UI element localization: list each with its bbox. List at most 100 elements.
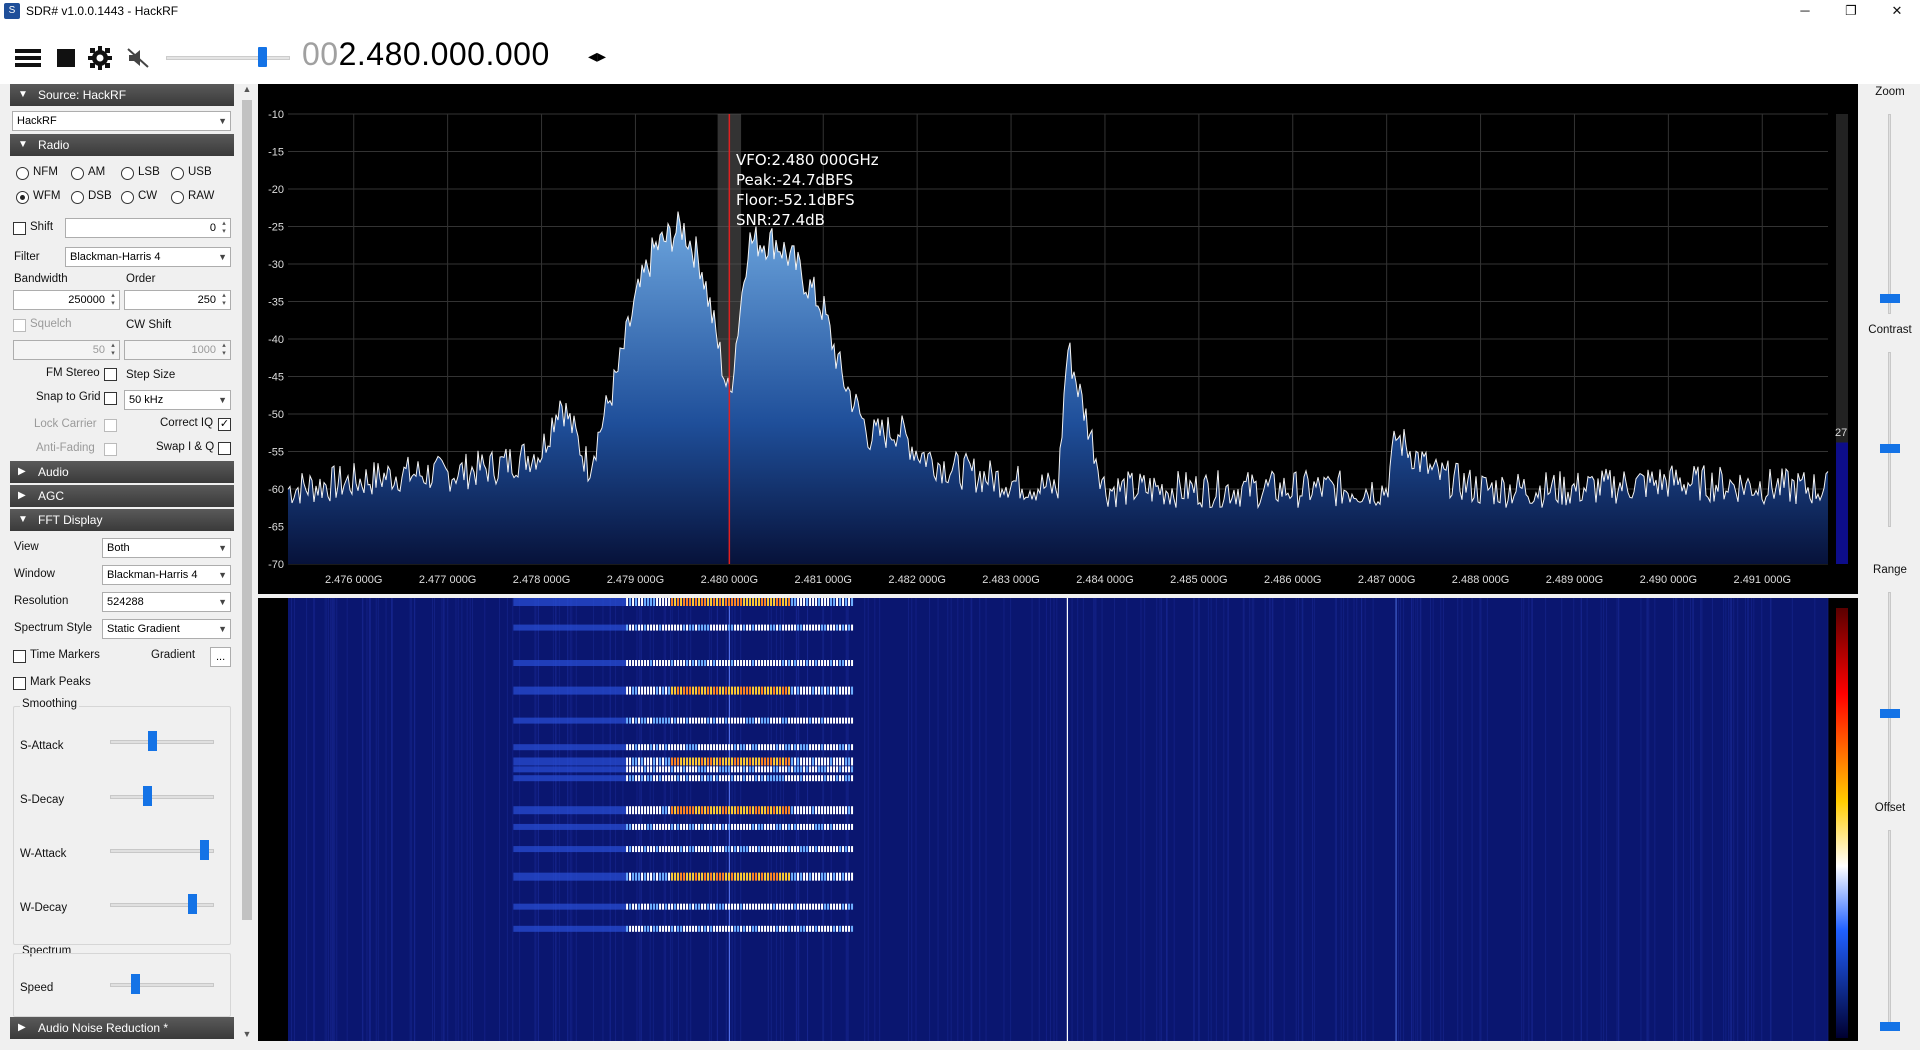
tuning-arrows[interactable]: ◂▸ <box>588 46 606 67</box>
waterfall-display[interactable] <box>258 598 1858 1041</box>
squelch-checkbox[interactable] <box>13 319 26 332</box>
speed-slider-thumb[interactable] <box>130 974 140 994</box>
spectrum-analyzer[interactable]: -10 -15 -20 -25 -30 -35 -40 -45 -50 -55 -60 -65 -70 2… <box>258 84 1858 594</box>
resolution-select[interactable]: 524288 ▼ <box>102 592 231 612</box>
bandwidth-input[interactable]: 250000 ▴ ▾ <box>13 290 120 310</box>
waterfall-burst-cell <box>689 744 692 751</box>
volume-slider[interactable] <box>166 56 290 60</box>
waterfall-burst-cell <box>791 806 794 815</box>
waterfall-burst-cell <box>770 766 773 773</box>
cwshift-input[interactable]: 1000 ▴ ▾ <box>124 340 231 360</box>
contrast-track[interactable] <box>1888 352 1891 527</box>
radio-section-header[interactable]: ▼ Radio <box>10 134 234 156</box>
y-tick-label: -30 <box>268 259 284 271</box>
lockcarrier-checkbox[interactable] <box>104 419 117 432</box>
offset-slider-thumb[interactable] <box>1880 1022 1900 1031</box>
waterfall-noise-column <box>314 598 316 1041</box>
zoom-track[interactable] <box>1888 114 1891 314</box>
markpeaks-checkbox[interactable] <box>13 677 26 690</box>
fft-section-header[interactable]: ▼ FFT Display <box>10 509 234 531</box>
wattack-track[interactable] <box>110 849 214 853</box>
volume-thumb[interactable] <box>258 47 267 67</box>
mode-radio-lsb[interactable] <box>121 167 134 180</box>
close-button[interactable]: ✕ <box>1874 0 1920 22</box>
gradient-button[interactable]: ... <box>210 647 231 667</box>
waterfall-burst-cell <box>845 925 848 932</box>
waterfall-burst-cell <box>665 598 668 606</box>
mode-radio-am[interactable] <box>71 167 84 180</box>
gear-icon[interactable] <box>86 44 114 72</box>
source-section-header[interactable]: ▼ Source: HackRF <box>10 84 234 106</box>
timemarkers-checkbox[interactable] <box>13 650 26 663</box>
sattack-slider-thumb[interactable] <box>148 731 157 751</box>
waterfall-burst-cell <box>842 686 845 695</box>
scrollbar-thumb[interactable] <box>242 100 252 920</box>
antifading-checkbox[interactable] <box>104 443 117 456</box>
speaker-muted-icon[interactable] <box>124 44 152 72</box>
speed-track[interactable] <box>110 983 214 987</box>
snap-checkbox[interactable] <box>104 392 117 405</box>
waterfall-burst-cell <box>764 757 767 766</box>
offset-track[interactable] <box>1888 830 1891 1030</box>
waterfall-noise-column <box>1814 598 1816 1041</box>
source-device-select[interactable]: HackRF ▼ <box>12 111 231 131</box>
audio-section-header[interactable]: ▶ Audio <box>10 461 234 483</box>
shift-input[interactable]: 0 ▴ ▾ <box>65 218 231 238</box>
waterfall-burst-cell <box>635 806 638 815</box>
side-scrollbar[interactable]: ▲ ▼ <box>240 84 254 1039</box>
window-select[interactable]: Blackman-Harris 4 ▼ <box>102 565 231 585</box>
x-tick-label: 2.483 000G <box>982 574 1040 586</box>
stepsize-select[interactable]: 50 kHz ▼ <box>124 390 231 410</box>
minimize-button[interactable]: ─ <box>1782 0 1828 22</box>
agc-section-header[interactable]: ▶ AGC <box>10 485 234 507</box>
spectrum-style-select[interactable]: Static Gradient ▼ <box>102 619 231 639</box>
wdecay-track[interactable] <box>110 903 214 907</box>
sdecay-track[interactable] <box>110 795 214 799</box>
fmstereo-checkbox[interactable] <box>104 368 117 381</box>
frequency-display[interactable]: 002.480.000.000 <box>302 36 550 73</box>
waterfall-burst-cell <box>809 846 812 853</box>
restore-button[interactable]: ❐ <box>1828 0 1874 22</box>
shift-checkbox[interactable] <box>13 222 26 235</box>
mode-radio-raw[interactable] <box>171 191 184 204</box>
sdecay-slider-thumb[interactable] <box>143 786 153 806</box>
waterfall-chart[interactable] <box>258 598 1858 1041</box>
swapiq-checkbox[interactable] <box>218 442 231 455</box>
mode-radio-wfm[interactable] <box>16 191 29 204</box>
range-track[interactable] <box>1888 592 1891 812</box>
contrast-slider-thumb[interactable] <box>1880 444 1900 454</box>
waterfall-burst-cell <box>797 744 800 751</box>
waterfall-burst-cell <box>653 624 656 631</box>
scroll-down-icon[interactable]: ▼ <box>241 1029 253 1039</box>
view-select[interactable]: Both ▼ <box>102 538 231 558</box>
stop-icon[interactable] <box>52 44 80 72</box>
waterfall-burst-cell <box>644 903 647 910</box>
scroll-up-icon[interactable]: ▲ <box>241 84 253 94</box>
waterfall-burst-cell <box>647 598 650 606</box>
zoom-label: Zoom <box>1875 86 1905 98</box>
waterfall-burst-cell <box>755 903 758 910</box>
order-input[interactable]: 250 ▴ ▾ <box>124 290 231 310</box>
mode-radio-nfm[interactable] <box>16 167 29 180</box>
zoom-slider-thumb[interactable] <box>1880 294 1900 303</box>
filter-select[interactable]: Blackman-Harris 4 ▼ <box>65 247 231 267</box>
sattack-track[interactable] <box>110 740 214 744</box>
anr-section-header[interactable]: ▶ Audio Noise Reduction * <box>10 1017 234 1039</box>
waterfall-burst-cell <box>632 925 635 932</box>
mode-radio-cw[interactable] <box>121 191 134 204</box>
wattack-slider-thumb[interactable] <box>200 840 210 860</box>
squelch-input[interactable]: 50 ▴ ▾ <box>13 340 120 360</box>
waterfall-burst-cell <box>812 846 815 853</box>
range-slider-thumb[interactable] <box>1880 709 1900 718</box>
waterfall-burst-cell <box>842 872 845 881</box>
waterfall-burst-cell <box>707 872 710 881</box>
waterfall-burst-cell <box>689 806 692 815</box>
waterfall-noise-column <box>410 598 412 1041</box>
hamburger-icon[interactable] <box>14 44 42 72</box>
correctiq-checkbox[interactable]: ✓ <box>218 418 231 431</box>
waterfall-burst-cell <box>707 598 710 606</box>
mode-radio-dsb[interactable] <box>71 191 84 204</box>
mode-radio-usb[interactable] <box>171 167 184 180</box>
wdecay-slider-thumb[interactable] <box>187 894 197 914</box>
spectrum-chart[interactable]: -10-15-20-25-30-35-40-45-50-55-60-65-702… <box>258 84 1858 594</box>
